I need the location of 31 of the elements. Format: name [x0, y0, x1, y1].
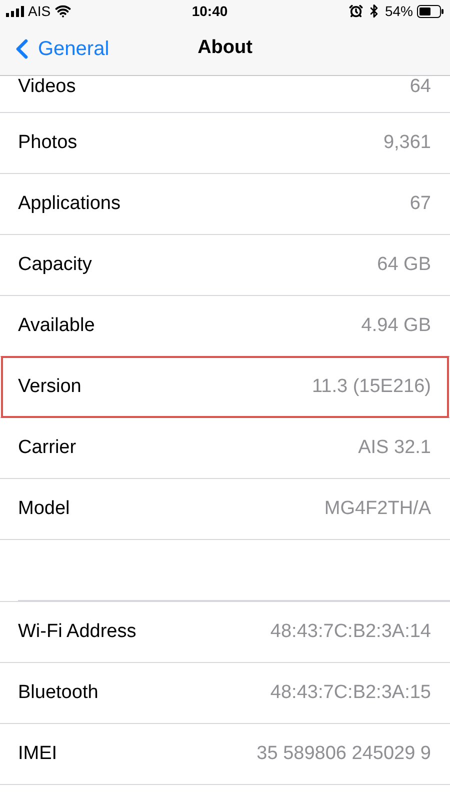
carrier-name: AIS [28, 2, 51, 20]
row-value: 48:43:7C:B2:3A:14 [270, 620, 431, 644]
row-label: Photos [18, 130, 78, 155]
row-value: 35 589806 245029 9 [256, 742, 431, 766]
row-label: Bluetooth [18, 680, 98, 705]
row-value: 64 [410, 75, 431, 99]
row-label: Version [18, 374, 82, 399]
row-label: Available [18, 314, 95, 338]
row-label: Applications [18, 192, 120, 216]
row-label: IMEI [18, 742, 58, 766]
clock-time: 10:40 [192, 2, 228, 20]
row-label: Model [18, 496, 70, 521]
battery-icon [416, 4, 444, 18]
row-label: Wi-Fi Address [18, 620, 136, 644]
alarm-icon [348, 4, 363, 18]
row-label: Capacity [18, 252, 92, 277]
row-value: 11.3 (15E216) [312, 374, 431, 399]
wifi-icon [54, 3, 71, 19]
page-title: About [198, 36, 252, 60]
row-label: Videos [18, 75, 76, 99]
row-value: 4.94 GB [361, 314, 431, 338]
row-value: MG4F2TH/A [324, 496, 431, 521]
row-value: 48:43:7C:B2:3A:15 [270, 680, 431, 705]
battery-percent: 54% [384, 2, 413, 20]
row-value: 67 [410, 192, 431, 216]
row-value: 64 GB [377, 252, 431, 277]
row-value: 9,361 [383, 130, 431, 155]
signal-icon [6, 6, 24, 16]
back-button[interactable]: General [0, 32, 110, 64]
row-label: Carrier [18, 436, 76, 460]
row-value: AIS 32.1 [358, 436, 431, 460]
